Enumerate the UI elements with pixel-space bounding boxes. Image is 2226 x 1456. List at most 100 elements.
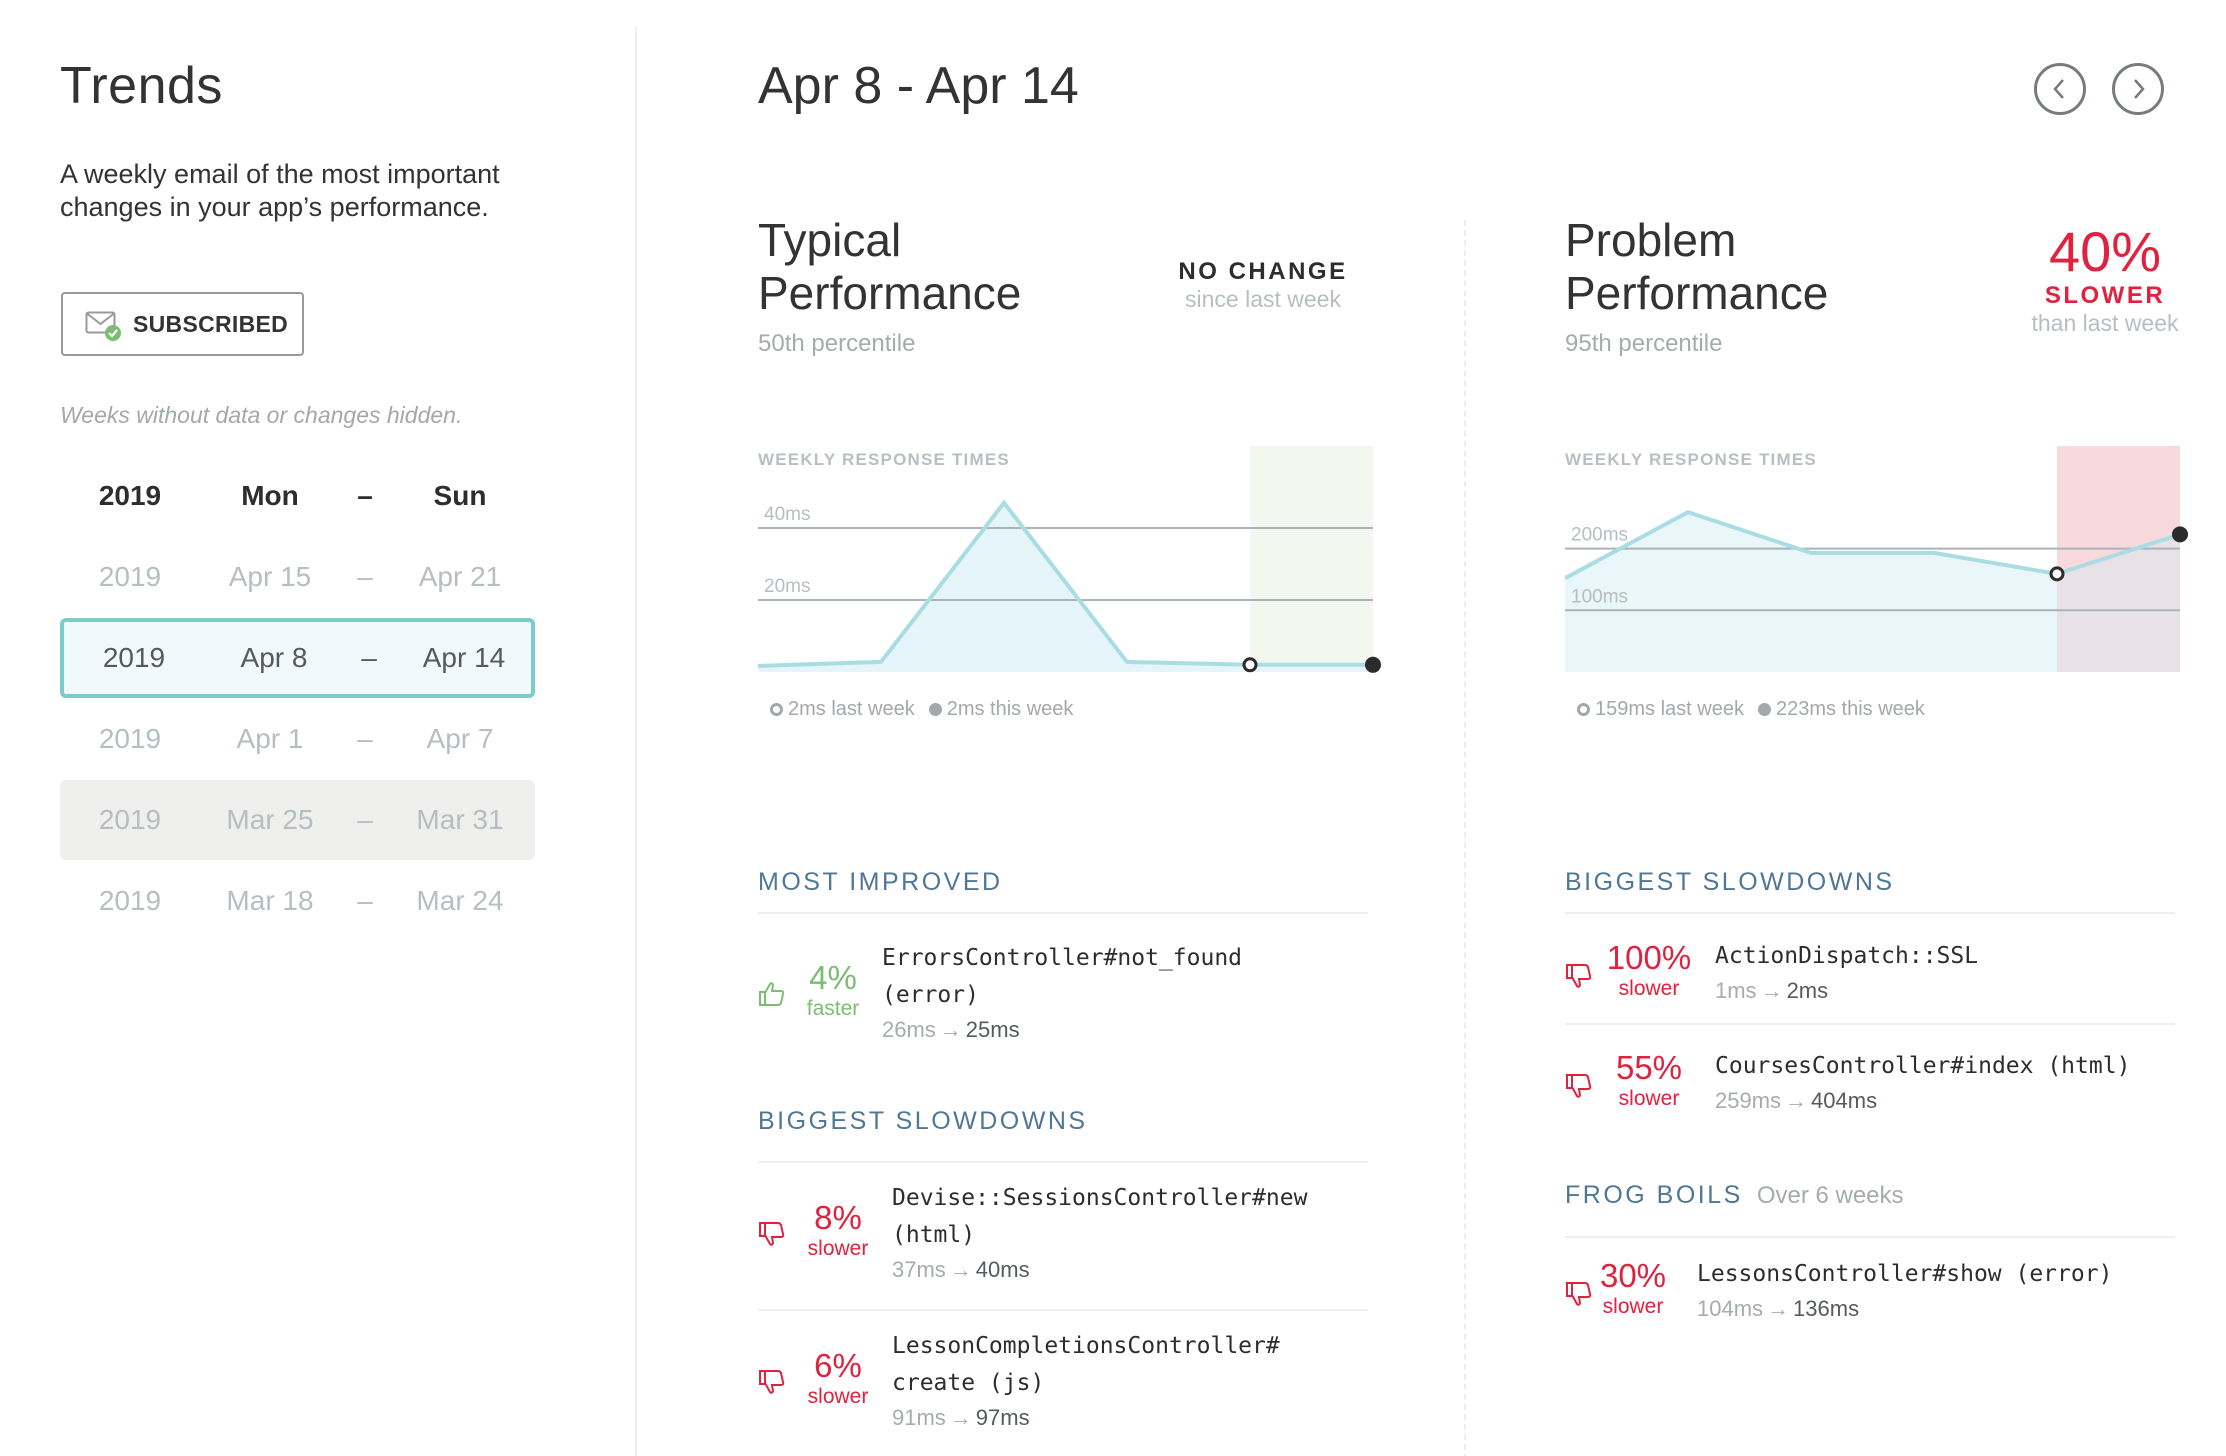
problem-title: Problem Performance: [1565, 214, 1828, 320]
typical-title-line2: Performance: [758, 267, 1022, 319]
week-row-hovered[interactable]: 2019 Mar 25 – Mar 31: [60, 780, 535, 860]
section-divider: [1565, 912, 2175, 914]
y-tick-label: 100ms: [1571, 586, 1628, 607]
week-row[interactable]: 2019 Apr 15 – Apr 21: [60, 537, 535, 617]
problem-title-line2: Performance: [1565, 267, 1829, 319]
last-week-point: [1242, 657, 1258, 673]
endpoint-timing: 26ms → 25ms: [882, 1017, 1020, 1043]
week-row[interactable]: 2019 Mar 18 – Mar 24: [60, 861, 535, 941]
problem-slowdowns-heading: BIGGEST SLOWDOWNS: [1565, 868, 1895, 896]
subscribed-label: SUBSCRIBED: [133, 310, 289, 337]
endpoint-timing: 37ms → 40ms: [892, 1257, 1030, 1283]
timing-from: 26ms: [882, 1017, 936, 1042]
thumbs-down-icon: [1566, 1282, 1592, 1306]
arrow-right-icon: →: [1760, 978, 1783, 1003]
slowdown-percent: 55% slower: [1601, 1050, 1697, 1112]
header-year: 2019: [98, 480, 162, 511]
week-row-selected[interactable]: 2019 Apr 8 – Apr 14: [60, 618, 535, 698]
item-divider: [1565, 1023, 2175, 1025]
week-end: Apr 14: [422, 642, 506, 673]
week-start: Apr 15: [228, 561, 312, 592]
hidden-weeks-note: Weeks without data or changes hidden.: [60, 402, 463, 428]
week-year: 2019: [98, 561, 162, 592]
week-dash: –: [357, 561, 373, 592]
slowdown-percent-label: slower: [807, 1385, 869, 1408]
endpoint-name[interactable]: CoursesController#index (html): [1715, 1048, 2130, 1085]
timing-to: 25ms: [965, 1017, 1020, 1042]
week-dash: –: [357, 723, 373, 754]
typical-change-summary: NO CHANGE since last week: [1008, 258, 1518, 313]
slowdown-percent-value: 8%: [814, 1199, 862, 1236]
this-week-point: [1365, 656, 1381, 673]
subscribed-button[interactable]: SUBSCRIBED: [61, 292, 304, 356]
most-improved-heading: MOST IMPROVED: [758, 868, 1003, 896]
endpoint-name[interactable]: Devise::SessionsController#new (html): [892, 1180, 1307, 1254]
typical-performance-panel: Typical Performance 50th percentile NO C…: [758, 0, 1381, 1456]
typical-title: Typical Performance: [758, 214, 1021, 320]
timing-from: 259ms: [1715, 1088, 1782, 1113]
improved-percent-label: faster: [806, 997, 860, 1020]
typical-response-chart: 20ms 40ms: [758, 446, 1381, 673]
endpoint-name[interactable]: LessonsController#show (error): [1697, 1256, 2112, 1293]
timing-to: 404ms: [1811, 1088, 1878, 1113]
legend-this-week: 223ms this week: [1757, 698, 1925, 721]
week-end: Apr 21: [418, 561, 502, 592]
typical-slowdowns-heading: BIGGEST SLOWDOWNS: [758, 1107, 1088, 1135]
week-end: Mar 31: [416, 804, 504, 835]
timing-from: 104ms: [1697, 1296, 1764, 1321]
week-start: Apr 1: [236, 723, 304, 754]
problem-title-line1: Problem: [1565, 214, 1737, 266]
slowdown-percent-label: slower: [807, 1237, 869, 1260]
typical-change-word: NO CHANGE: [1178, 258, 1348, 285]
legend-last-week-text: 2ms last week: [788, 698, 915, 720]
slowdown-percent: 6% slower: [798, 1348, 878, 1410]
endpoint-timing: 1ms → 2ms: [1715, 978, 1828, 1004]
frog-boils-heading: FROG BOILS Over 6 weeks: [1565, 1181, 1904, 1210]
week-year: 2019: [98, 804, 162, 835]
y-tick-label: 20ms: [764, 576, 810, 597]
endpoint-timing: 91ms → 97ms: [892, 1405, 1030, 1431]
frog-boils-title: FROG BOILS: [1565, 1181, 1743, 1209]
arrow-right-icon: →: [949, 1257, 972, 1282]
week-start: Mar 25: [226, 804, 314, 835]
y-tick-label: 40ms: [764, 504, 810, 525]
legend-this-week: 2ms this week: [928, 698, 1074, 721]
improved-percent-value: 4%: [809, 959, 857, 996]
endpoint-name[interactable]: ErrorsController#not_found (error): [882, 940, 1242, 1014]
frog-percent-value: 30%: [1599, 1257, 1667, 1294]
improved-percent: 4% faster: [798, 960, 868, 1022]
section-divider: [1565, 1236, 2175, 1238]
filled-dot-icon: [1757, 703, 1771, 716]
problem-legend: 159ms last week 223ms this week: [1577, 698, 1925, 721]
problem-change-since: than last week: [2031, 310, 2179, 336]
timing-to: 40ms: [975, 1257, 1030, 1282]
thumbs-down-icon: [1566, 964, 1592, 988]
envelope-check-icon: [85, 310, 121, 341]
week-row[interactable]: 2019 Apr 1 – Apr 7: [60, 699, 535, 779]
timing-to: 136ms: [1793, 1296, 1860, 1321]
week-end: Apr 7: [426, 723, 494, 754]
problem-response-chart: 100ms 200ms: [1565, 446, 2188, 672]
typical-percentile: 50th percentile: [758, 330, 916, 357]
frog-percent-label: slower: [1602, 1295, 1664, 1318]
current-week-highlight: [1250, 446, 1373, 672]
week-year: 2019: [98, 723, 162, 754]
week-year: 2019: [98, 885, 162, 916]
slowdown-percent-label: slower: [1618, 977, 1680, 1000]
timing-to: 97ms: [975, 1405, 1030, 1430]
timing-from: 91ms: [892, 1405, 946, 1430]
week-start: Apr 8: [240, 642, 308, 673]
column-divider: [1464, 220, 1466, 1456]
arrow-right-icon: →: [939, 1017, 962, 1042]
open-dot-icon: [1577, 703, 1590, 716]
arrow-right-icon: →: [1767, 1296, 1790, 1321]
endpoint-name[interactable]: ActionDispatch::SSL: [1715, 938, 1978, 975]
arrow-right-icon: →: [1785, 1088, 1808, 1113]
sidebar: Trends A weekly email of the most import…: [0, 0, 636, 1456]
endpoint-name[interactable]: LessonCompletionsController# create (js): [892, 1328, 1280, 1402]
legend-this-week-text: 2ms this week: [946, 698, 1074, 720]
slowdown-percent: 100% slower: [1601, 940, 1697, 1002]
week-year: 2019: [102, 642, 166, 673]
frog-boils-subtitle: Over 6 weeks: [1756, 1182, 1904, 1209]
header-dash: –: [357, 480, 373, 511]
